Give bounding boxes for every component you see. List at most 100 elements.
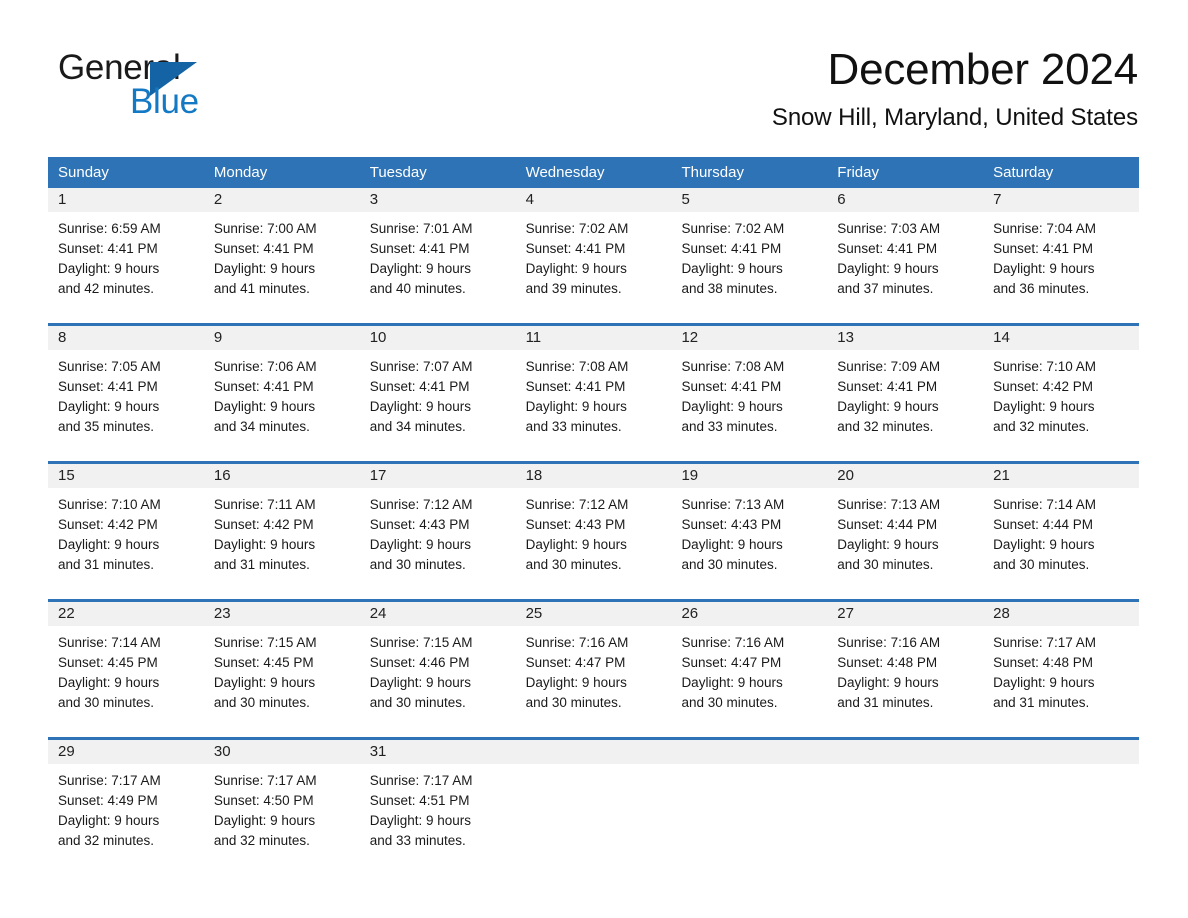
- daylight-text-line1: Daylight: 9 hours: [837, 537, 939, 552]
- weekday-monday: Monday: [213, 164, 268, 181]
- day-details: Sunrise: 7:17 AM Sunset: 4:48 PM Dayligh…: [983, 626, 1139, 725]
- day-number: 12: [681, 329, 699, 346]
- sunrise-text: Sunrise: 7:08 AM: [681, 359, 785, 374]
- day-number: 24: [369, 605, 387, 622]
- daylight-text-line2: and 31 minutes.: [58, 557, 155, 572]
- sunrise-text: Sunrise: 7:13 AM: [837, 497, 941, 512]
- day-number-band: 1: [48, 188, 204, 212]
- week-row: 22 Sunrise: 7:14 AM Sunset: 4:45 PM Dayl…: [48, 599, 1140, 725]
- day-details: Sunrise: 7:13 AM Sunset: 4:43 PM Dayligh…: [671, 488, 827, 587]
- day-cell[interactable]: 29 Sunrise: 7:17 AM Sunset: 4:49 PM Dayl…: [48, 740, 204, 863]
- day-number: 15: [58, 467, 75, 484]
- daylight-text-line2: and 34 minutes.: [213, 419, 310, 434]
- day-details: Sunrise: 7:17 AM Sunset: 4:51 PM Dayligh…: [360, 764, 516, 863]
- daylight-text-line1: Daylight: 9 hours: [369, 261, 472, 276]
- sunset-text: Sunset: 4:44 PM: [837, 517, 938, 532]
- day-details: Sunrise: 7:16 AM Sunset: 4:47 PM Dayligh…: [671, 626, 827, 725]
- day-cell[interactable]: 8 Sunrise: 7:05 AM Sunset: 4:41 PM Dayli…: [48, 326, 204, 449]
- day-cell[interactable]: 14 Sunrise: 7:10 AM Sunset: 4:42 PM Dayl…: [983, 326, 1140, 449]
- day-number: 20: [837, 467, 854, 484]
- daylight-text-line2: and 30 minutes.: [369, 557, 466, 572]
- day-number: 9: [213, 329, 223, 346]
- day-cell[interactable]: 31 Sunrise: 7:17 AM Sunset: 4:51 PM Dayl…: [359, 740, 516, 863]
- sunrise-text: Sunrise: 7:03 AM: [837, 221, 941, 236]
- daylight-text-line1: Daylight: 9 hours: [369, 537, 472, 552]
- day-cell[interactable]: 23 Sunrise: 7:15 AM Sunset: 4:45 PM Dayl…: [203, 602, 360, 725]
- weekday-thursday: Thursday: [681, 164, 744, 181]
- day-number: 18: [525, 467, 543, 484]
- sunset-text: Sunset: 4:41 PM: [681, 241, 782, 256]
- day-number: 13: [837, 329, 854, 346]
- sunrise-text: Sunrise: 7:15 AM: [369, 635, 473, 650]
- day-cell[interactable]: 25 Sunrise: 7:16 AM Sunset: 4:47 PM Dayl…: [515, 602, 672, 725]
- day-details: Sunrise: 7:06 AM Sunset: 4:41 PM Dayligh…: [204, 350, 360, 449]
- page-header: General Blue December 2024 Snow Hill, Ma…: [0, 0, 1188, 152]
- page-title: December 2024: [827, 45, 1139, 94]
- daylight-text-line2: and 30 minutes.: [58, 695, 155, 710]
- sunrise-text: Sunrise: 7:14 AM: [993, 497, 1096, 512]
- day-cell[interactable]: 16 Sunrise: 7:11 AM Sunset: 4:42 PM Dayl…: [203, 464, 360, 587]
- sunset-text: Sunset: 4:47 PM: [681, 655, 782, 670]
- sunrise-text: Sunrise: 7:17 AM: [369, 773, 473, 788]
- day-number: 30: [213, 743, 231, 760]
- day-cell[interactable]: 1 Sunrise: 6:59 AM Sunset: 4:41 PM Dayli…: [48, 188, 204, 311]
- daylight-text-line1: Daylight: 9 hours: [993, 399, 1095, 414]
- day-cell-empty: [671, 740, 828, 863]
- day-cell[interactable]: 3 Sunrise: 7:01 AM Sunset: 4:41 PM Dayli…: [359, 188, 516, 311]
- generalblue-logo[interactable]: General Blue: [58, 50, 318, 122]
- day-cell[interactable]: 15 Sunrise: 7:10 AM Sunset: 4:42 PM Dayl…: [48, 464, 204, 587]
- day-number-band: 30: [203, 740, 360, 764]
- day-cell[interactable]: 28 Sunrise: 7:17 AM Sunset: 4:48 PM Dayl…: [983, 602, 1140, 725]
- day-cell[interactable]: 21 Sunrise: 7:14 AM Sunset: 4:44 PM Dayl…: [983, 464, 1140, 587]
- day-cell[interactable]: 4 Sunrise: 7:02 AM Sunset: 4:41 PM Dayli…: [515, 188, 672, 311]
- day-details: Sunrise: 7:16 AM Sunset: 4:48 PM Dayligh…: [827, 626, 983, 725]
- daylight-text-line2: and 30 minutes.: [993, 557, 1090, 572]
- day-cell[interactable]: 22 Sunrise: 7:14 AM Sunset: 4:45 PM Dayl…: [48, 602, 204, 725]
- day-number-band: 25: [515, 602, 672, 626]
- daylight-text-line1: Daylight: 9 hours: [681, 261, 783, 276]
- daylight-text-line1: Daylight: 9 hours: [837, 261, 939, 276]
- day-cell[interactable]: 13 Sunrise: 7:09 AM Sunset: 4:41 PM Dayl…: [827, 326, 984, 449]
- sunset-text: Sunset: 4:51 PM: [369, 793, 470, 808]
- day-cell-empty: [983, 740, 1140, 863]
- day-cell[interactable]: 27 Sunrise: 7:16 AM Sunset: 4:48 PM Dayl…: [827, 602, 984, 725]
- day-number: 3: [369, 191, 379, 208]
- daylight-text-line1: Daylight: 9 hours: [58, 261, 160, 276]
- sunrise-text: Sunrise: 7:02 AM: [681, 221, 785, 236]
- daylight-text-line1: Daylight: 9 hours: [213, 399, 316, 414]
- day-cell[interactable]: 2 Sunrise: 7:00 AM Sunset: 4:41 PM Dayli…: [203, 188, 360, 311]
- day-details: Sunrise: 7:16 AM Sunset: 4:47 PM Dayligh…: [516, 626, 672, 725]
- daylight-text-line2: and 32 minutes.: [213, 833, 310, 848]
- daylight-text-line1: Daylight: 9 hours: [213, 813, 316, 828]
- sunset-text: Sunset: 4:47 PM: [525, 655, 626, 670]
- day-cell[interactable]: 26 Sunrise: 7:16 AM Sunset: 4:47 PM Dayl…: [671, 602, 828, 725]
- daylight-text-line2: and 36 minutes.: [993, 281, 1090, 296]
- day-cell[interactable]: 10 Sunrise: 7:07 AM Sunset: 4:41 PM Dayl…: [359, 326, 516, 449]
- day-number-band: 6: [827, 188, 984, 212]
- sunrise-text: Sunrise: 6:59 AM: [58, 221, 161, 236]
- day-cell[interactable]: 6 Sunrise: 7:03 AM Sunset: 4:41 PM Dayli…: [827, 188, 984, 311]
- daylight-text-line2: and 33 minutes.: [369, 833, 466, 848]
- daylight-text-line1: Daylight: 9 hours: [213, 675, 316, 690]
- day-cell[interactable]: 5 Sunrise: 7:02 AM Sunset: 4:41 PM Dayli…: [671, 188, 828, 311]
- sunrise-text: Sunrise: 7:07 AM: [369, 359, 473, 374]
- day-cell[interactable]: 19 Sunrise: 7:13 AM Sunset: 4:43 PM Dayl…: [671, 464, 828, 587]
- day-cell[interactable]: 7 Sunrise: 7:04 AM Sunset: 4:41 PM Dayli…: [983, 188, 1140, 311]
- sunrise-text: Sunrise: 7:16 AM: [681, 635, 785, 650]
- day-number-band: [983, 740, 1140, 764]
- day-cell[interactable]: 18 Sunrise: 7:12 AM Sunset: 4:43 PM Dayl…: [515, 464, 672, 587]
- day-cell[interactable]: 11 Sunrise: 7:08 AM Sunset: 4:41 PM Dayl…: [515, 326, 672, 449]
- day-cell[interactable]: 9 Sunrise: 7:06 AM Sunset: 4:41 PM Dayli…: [203, 326, 360, 449]
- daylight-text-line2: and 30 minutes.: [681, 557, 778, 572]
- sunset-text: Sunset: 4:41 PM: [213, 241, 314, 256]
- daylight-text-line2: and 33 minutes.: [525, 419, 622, 434]
- day-cell[interactable]: 20 Sunrise: 7:13 AM Sunset: 4:44 PM Dayl…: [827, 464, 984, 587]
- day-cell[interactable]: 30 Sunrise: 7:17 AM Sunset: 4:50 PM Dayl…: [203, 740, 360, 863]
- day-details: Sunrise: 7:10 AM Sunset: 4:42 PM Dayligh…: [983, 350, 1139, 449]
- sunset-text: Sunset: 4:42 PM: [58, 517, 158, 532]
- daylight-text-line2: and 30 minutes.: [525, 695, 622, 710]
- day-cell[interactable]: 17 Sunrise: 7:12 AM Sunset: 4:43 PM Dayl…: [359, 464, 516, 587]
- daylight-text-line2: and 31 minutes.: [993, 695, 1090, 710]
- day-cell[interactable]: 12 Sunrise: 7:08 AM Sunset: 4:41 PM Dayl…: [671, 326, 828, 449]
- day-cell[interactable]: 24 Sunrise: 7:15 AM Sunset: 4:46 PM Dayl…: [359, 602, 516, 725]
